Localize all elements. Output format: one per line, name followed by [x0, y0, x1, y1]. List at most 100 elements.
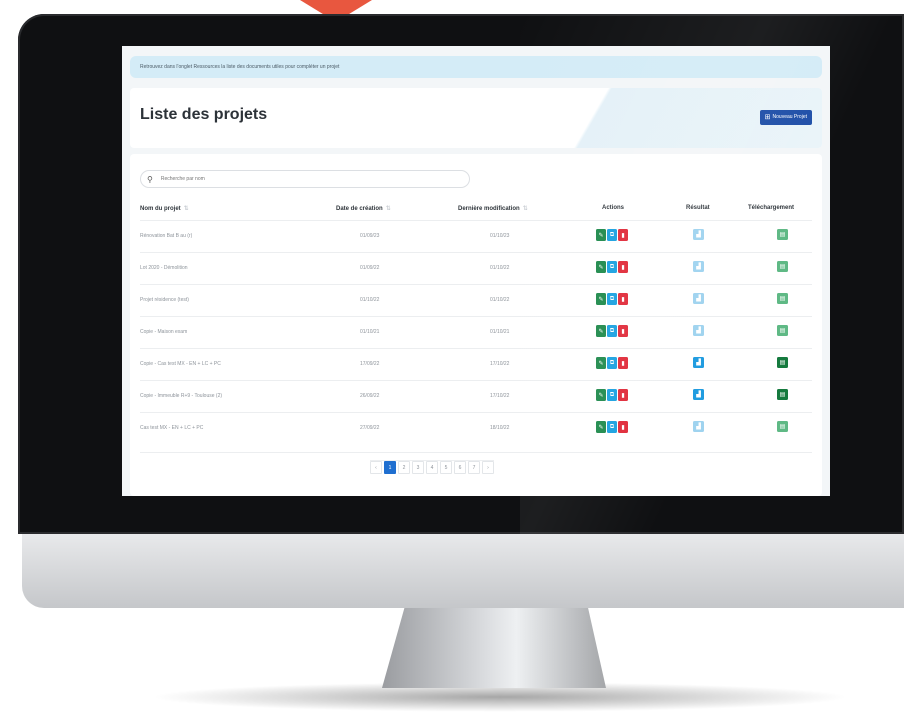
table-row[interactable]: Lot 2020 - Démolition 01/09/22 01/10/22 …: [140, 252, 812, 285]
pagination-page[interactable]: 6: [454, 461, 466, 474]
project-name[interactable]: Cas test MX - EN + LC + PC: [140, 425, 203, 431]
pagination-page[interactable]: 5: [440, 461, 452, 474]
modified-date: 17/10/22: [490, 393, 510, 399]
table-row[interactable]: Cas test MX - EN + LC + PC 27/09/22 18/1…: [140, 412, 812, 445]
sort-icon[interactable]: ⇅: [184, 206, 189, 212]
pagination-page[interactable]: 4: [426, 461, 438, 474]
project-name[interactable]: Copie - Maison exam: [140, 329, 187, 335]
copy-icon[interactable]: ⧉: [607, 293, 617, 305]
copy-icon[interactable]: ⧉: [607, 229, 617, 241]
download-file-icon[interactable]: ▤: [777, 293, 788, 304]
project-name[interactable]: Projet résidence (test): [140, 297, 189, 303]
row-actions: ✎ ⧉ ▮: [596, 293, 628, 305]
column-header-result: Résultat: [686, 205, 710, 211]
download-file-icon[interactable]: ▤: [777, 261, 788, 272]
row-actions: ✎ ⧉ ▮: [596, 357, 628, 369]
created-date: 01/09/22: [360, 265, 380, 271]
chart-result-icon[interactable]: ▟: [693, 325, 704, 336]
info-banner: Retrouvez dans l'onglet Ressources la li…: [130, 56, 822, 78]
search-box[interactable]: ⚲: [140, 170, 470, 188]
created-date: 01/10/21: [360, 329, 380, 335]
trash-icon[interactable]: ▮: [618, 421, 628, 433]
trash-icon[interactable]: ▮: [618, 229, 628, 241]
table-header: Nom du projet ⇅ Date de création ⇅ Dernièr…: [140, 202, 812, 216]
created-date: 27/09/22: [360, 425, 380, 431]
pagination-page[interactable]: 1: [384, 461, 396, 474]
pagination-page[interactable]: 3: [412, 461, 424, 474]
copy-icon[interactable]: ⧉: [607, 357, 617, 369]
pagination: ‹ 1 2 3 4 5 6 7 ›: [370, 460, 494, 475]
table-row[interactable]: Copie - Cas test MX - EN + LC + PC 17/09…: [140, 348, 812, 381]
monitor-stand: [382, 608, 606, 688]
project-name[interactable]: Copie - Cas test MX - EN + LC + PC: [140, 361, 221, 367]
table-row[interactable]: Rénovation Bat B au (r) 01/09/23 01/10/2…: [140, 220, 812, 253]
page-title: Liste des projets: [140, 106, 268, 123]
created-date: 01/09/23: [360, 233, 380, 239]
project-name[interactable]: Copie - Immeuble R+9 - Toulouse (2): [140, 393, 222, 399]
modified-date: 01/10/21: [490, 329, 510, 335]
pagination-page[interactable]: 7: [468, 461, 480, 474]
new-project-button[interactable]: ⊞ Nouveau Projet: [759, 110, 812, 125]
trash-icon[interactable]: ▮: [618, 261, 628, 273]
column-header-created[interactable]: Date de création ⇅: [336, 205, 391, 212]
trash-icon[interactable]: ▮: [618, 293, 628, 305]
copy-icon[interactable]: ⧉: [607, 421, 617, 433]
download-file-icon[interactable]: ▤: [777, 325, 788, 336]
chart-result-icon[interactable]: ▟: [693, 357, 704, 368]
column-header-label: Date de création: [336, 206, 383, 212]
trash-icon[interactable]: ▮: [618, 389, 628, 401]
search-icon: ⚲: [147, 174, 153, 184]
header-card: Liste des projets ⊞ Nouveau Projet: [130, 88, 822, 148]
edit-pencil-icon[interactable]: ✎: [596, 421, 606, 433]
column-header-modified[interactable]: Dernière modification ⇅: [458, 205, 528, 212]
column-header-actions: Actions: [602, 205, 625, 211]
chart-result-icon[interactable]: ▟: [693, 293, 704, 304]
download-file-icon[interactable]: ▤: [777, 229, 788, 240]
sort-icon[interactable]: ⇅: [523, 206, 528, 212]
project-name[interactable]: Lot 2020 - Démolition: [140, 265, 188, 271]
download-file-icon[interactable]: ▤: [777, 421, 788, 432]
modified-date: 01/10/22: [490, 265, 510, 271]
modified-date: 17/10/22: [490, 361, 510, 367]
column-header-label: Dernière modification: [458, 206, 520, 212]
row-actions: ✎ ⧉ ▮: [596, 261, 628, 273]
edit-pencil-icon[interactable]: ✎: [596, 325, 606, 337]
chart-result-icon[interactable]: ▟: [693, 421, 704, 432]
pagination-prev[interactable]: ‹: [370, 461, 382, 474]
edit-pencil-icon[interactable]: ✎: [596, 389, 606, 401]
modified-date: 01/10/23: [490, 233, 510, 239]
projects-table-card: ⚲ Nom du projet⇅ Date de création⇅ Derni…: [130, 154, 822, 496]
download-file-icon[interactable]: ▤: [777, 389, 788, 400]
plus-square-icon: ⊞: [764, 114, 771, 121]
row-actions: ✎ ⧉ ▮: [596, 389, 628, 401]
download-file-icon[interactable]: ▤: [777, 357, 788, 368]
chart-result-icon[interactable]: ▟: [693, 389, 704, 400]
sort-icon[interactable]: ⇅: [386, 206, 391, 212]
copy-icon[interactable]: ⧉: [607, 261, 617, 273]
column-header-label: Nom du projet: [140, 206, 181, 212]
copy-icon[interactable]: ⧉: [607, 325, 617, 337]
column-header-name[interactable]: Nom du projet ⇅: [140, 205, 189, 212]
chart-result-icon[interactable]: ▟: [693, 261, 704, 272]
edit-pencil-icon[interactable]: ✎: [596, 261, 606, 273]
edit-pencil-icon[interactable]: ✎: [596, 357, 606, 369]
monitor-chin: [22, 534, 904, 608]
trash-icon[interactable]: ▮: [618, 357, 628, 369]
search-input[interactable]: [158, 175, 443, 183]
project-name[interactable]: Rénovation Bat B au (r): [140, 233, 192, 239]
new-project-label: Nouveau Projet: [772, 114, 807, 120]
table-row[interactable]: Copie - Maison exam 01/10/21 01/10/21 ✎ …: [140, 316, 812, 349]
trash-icon[interactable]: ▮: [618, 325, 628, 337]
pagination-divider: [140, 452, 812, 453]
pagination-next[interactable]: ›: [482, 461, 494, 474]
table-row[interactable]: Projet résidence (test) 01/10/22 01/10/2…: [140, 284, 812, 317]
edit-pencil-icon[interactable]: ✎: [596, 293, 606, 305]
edit-pencil-icon[interactable]: ✎: [596, 229, 606, 241]
table-row[interactable]: Copie - Immeuble R+9 - Toulouse (2) 26/0…: [140, 380, 812, 413]
modified-date: 18/10/22: [490, 425, 510, 431]
pagination-page[interactable]: 2: [398, 461, 410, 474]
screen: Retrouvez dans l'onglet Ressources la li…: [122, 46, 830, 496]
column-header-download: Téléchargement: [748, 205, 795, 211]
copy-icon[interactable]: ⧉: [607, 389, 617, 401]
chart-result-icon[interactable]: ▟: [693, 229, 704, 240]
